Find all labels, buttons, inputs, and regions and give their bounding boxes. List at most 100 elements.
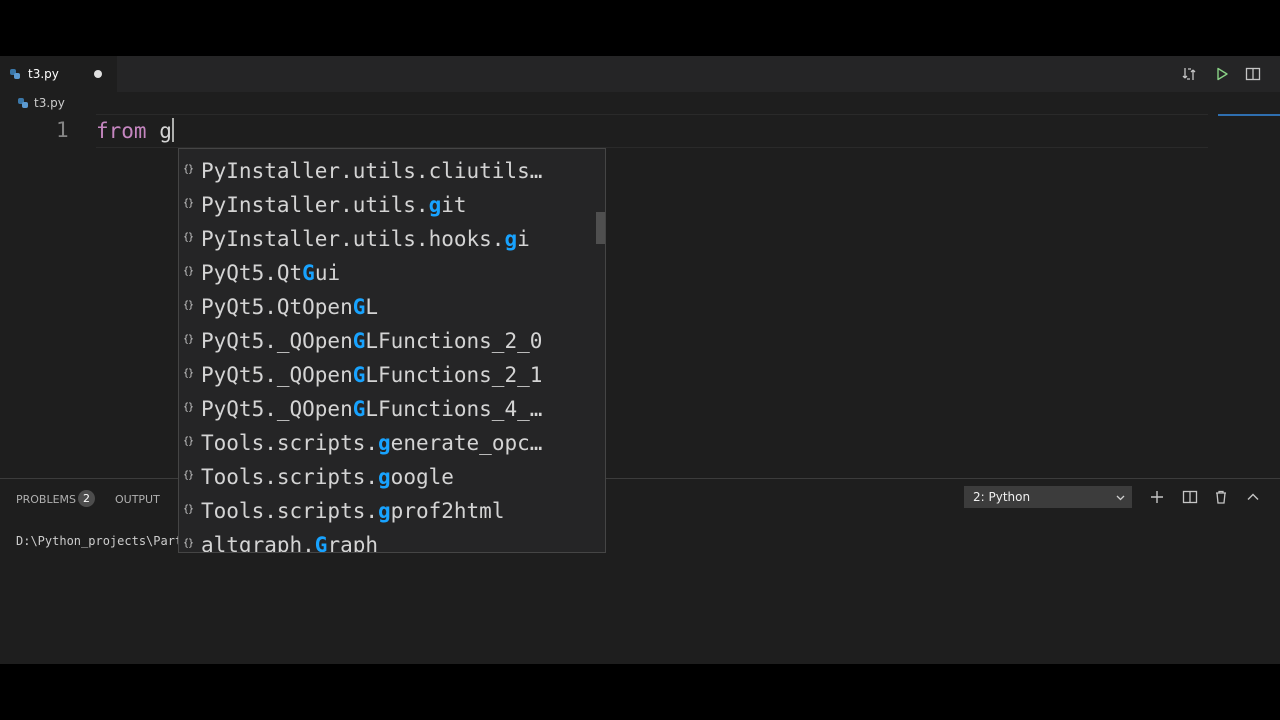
match-highlight: g xyxy=(378,431,391,455)
label-segment: PyInstaller.utils.cliutils… xyxy=(201,159,543,183)
label-segment: Tools.scripts. xyxy=(201,499,379,523)
suggest-item[interactable]: {} altgraph.Graph xyxy=(179,528,605,553)
module-icon: {} xyxy=(183,300,194,311)
suggest-item[interactable]: {} PyQt5._QOpenGLFunctions_4_… xyxy=(179,392,605,426)
suggest-item-label: PyQt5.QtOpenGL xyxy=(201,295,378,319)
label-segment: PyQt5._QOpen xyxy=(201,329,353,353)
label-segment: prof2html xyxy=(390,499,505,523)
suggest-item-label: Tools.scripts.google xyxy=(201,465,454,489)
module-icon: {} xyxy=(183,334,194,345)
match-highlight: g xyxy=(378,499,391,523)
label-segment: L xyxy=(365,295,379,319)
add-terminal-icon[interactable] xyxy=(1149,489,1165,505)
label-segment: PyQt5._QOpen xyxy=(201,363,353,387)
code-line-1[interactable]: from g xyxy=(96,118,174,143)
module-icon: {} xyxy=(183,198,194,209)
match-highlight: G xyxy=(352,363,366,387)
suggest-item[interactable]: {} PyInstaller.utils.cliutils… xyxy=(179,154,605,188)
letterbox-top xyxy=(0,0,1280,56)
text-cursor xyxy=(171,118,174,142)
tab-problems[interactable]: PROBLEMS xyxy=(16,493,76,506)
suggest-item[interactable]: {} Tools.scripts.generate_opc… xyxy=(179,426,605,460)
split-terminal-icon[interactable] xyxy=(1182,489,1198,505)
label-segment: PyQt5.Qt xyxy=(201,261,303,285)
module-icon: {} xyxy=(183,504,194,515)
suggest-item[interactable]: {} PyInstaller.utils.hooks.gi xyxy=(179,222,605,256)
open-changes-icon[interactable] xyxy=(1181,66,1197,82)
match-highlight: G xyxy=(352,295,366,319)
suggest-item[interactable]: {} Tools.scripts.google xyxy=(179,460,605,494)
python-file-icon xyxy=(18,98,28,108)
label-segment: LFunctions_4_… xyxy=(365,397,543,421)
terminal-output[interactable]: D:\Python_projects\Part xyxy=(16,534,182,548)
overview-ruler-marker xyxy=(1218,114,1280,116)
module-icon: {} xyxy=(183,164,194,175)
suggest-item-label: Tools.scripts.generate_opc… xyxy=(201,431,542,455)
suggest-item-label: PyQt5.QtGui xyxy=(201,261,340,285)
run-icon[interactable] xyxy=(1214,66,1230,82)
label-segment: PyInstaller.utils. xyxy=(201,193,429,217)
label-segment: altgraph. xyxy=(201,533,315,553)
suggest-item[interactable]: {} PyInstaller.utils.git xyxy=(179,188,605,222)
module-icon: {} xyxy=(183,368,194,379)
trash-icon[interactable] xyxy=(1213,489,1229,505)
label-segment: Tools.scripts. xyxy=(201,431,379,455)
suggest-item-label: PyInstaller.utils.git xyxy=(201,193,467,217)
module-icon: {} xyxy=(183,266,194,277)
terminal-select[interactable]: 2: Python xyxy=(964,486,1132,508)
breadcrumb-file[interactable]: t3.py xyxy=(34,96,65,110)
module-icon: {} xyxy=(183,436,194,447)
python-icon xyxy=(10,69,20,79)
label-segment: ui xyxy=(314,261,341,285)
breadcrumb: t3.py xyxy=(0,92,1280,114)
match-highlight: G xyxy=(352,397,366,421)
suggest-item[interactable]: {} PyQt5.QtGui xyxy=(179,256,605,290)
current-line-highlight xyxy=(96,114,1208,148)
split-editor-icon[interactable] xyxy=(1245,66,1261,82)
suggest-item-label: altgraph.Graph xyxy=(201,533,379,553)
editor-tab-bar: t3.py xyxy=(0,56,1280,92)
tab-t3-py[interactable]: t3.py xyxy=(0,56,117,92)
label-segment: oogle xyxy=(390,465,454,489)
module-icon: {} xyxy=(183,538,194,549)
module-icon: {} xyxy=(183,402,194,413)
letterbox-bottom xyxy=(0,664,1280,720)
label-segment: PyInstaller.utils.hooks. xyxy=(201,227,505,251)
match-highlight: G xyxy=(314,533,328,553)
suggest-item[interactable]: {} Tools.scripts.gprof2html xyxy=(179,494,605,528)
line-number: 1 xyxy=(56,118,69,142)
label-segment: raph xyxy=(327,533,379,553)
suggest-item[interactable]: {} PyQt5.QtOpenGL xyxy=(179,290,605,324)
label-segment: LFunctions_2_1 xyxy=(365,363,543,387)
tab-label: t3.py xyxy=(28,67,59,81)
unsaved-dot-icon[interactable] xyxy=(94,70,102,78)
label-segment: Tools.scripts. xyxy=(201,465,379,489)
match-highlight: g xyxy=(378,465,391,489)
module-icon: {} xyxy=(183,470,194,481)
label-segment: enerate_opc… xyxy=(390,431,543,455)
terminal-select-value: 2: Python xyxy=(973,490,1031,504)
label-segment: it xyxy=(441,193,467,217)
suggest-item-label: PyInstaller.utils.cliutils… xyxy=(201,159,542,183)
label-segment: i xyxy=(517,227,530,251)
suggest-item-label: PyInstaller.utils.hooks.gi xyxy=(201,227,530,251)
suggest-item-label: PyQt5._QOpenGLFunctions_2_1 xyxy=(201,363,542,387)
suggest-widget: {} PyInstaller.utils.cliutils… {} PyInstall… xyxy=(178,148,606,553)
maximize-panel-icon[interactable] xyxy=(1245,489,1261,505)
label-segment: PyQt5.QtOpen xyxy=(201,295,353,319)
module-icon: {} xyxy=(183,232,194,243)
keyword-from: from xyxy=(96,119,147,143)
suggest-item[interactable]: {} PyQt5._QOpenGLFunctions_2_0 xyxy=(179,324,605,358)
problems-count-badge: 2 xyxy=(78,490,95,507)
match-highlight: g xyxy=(428,193,442,217)
suggest-item-label: PyQt5._QOpenGLFunctions_2_0 xyxy=(201,329,542,353)
match-highlight: G xyxy=(302,261,315,285)
chevron-down-icon xyxy=(1116,495,1125,501)
suggest-item-label: PyQt5._QOpenGLFunctions_4_… xyxy=(201,397,542,421)
suggest-item-label: Tools.scripts.gprof2html xyxy=(201,499,504,523)
typed-text: g xyxy=(159,119,172,143)
suggest-item[interactable]: {} PyQt5._QOpenGLFunctions_2_1 xyxy=(179,358,605,392)
label-segment: LFunctions_2_0 xyxy=(365,329,543,353)
match-highlight: G xyxy=(352,329,366,353)
tab-output[interactable]: OUTPUT xyxy=(115,493,160,506)
